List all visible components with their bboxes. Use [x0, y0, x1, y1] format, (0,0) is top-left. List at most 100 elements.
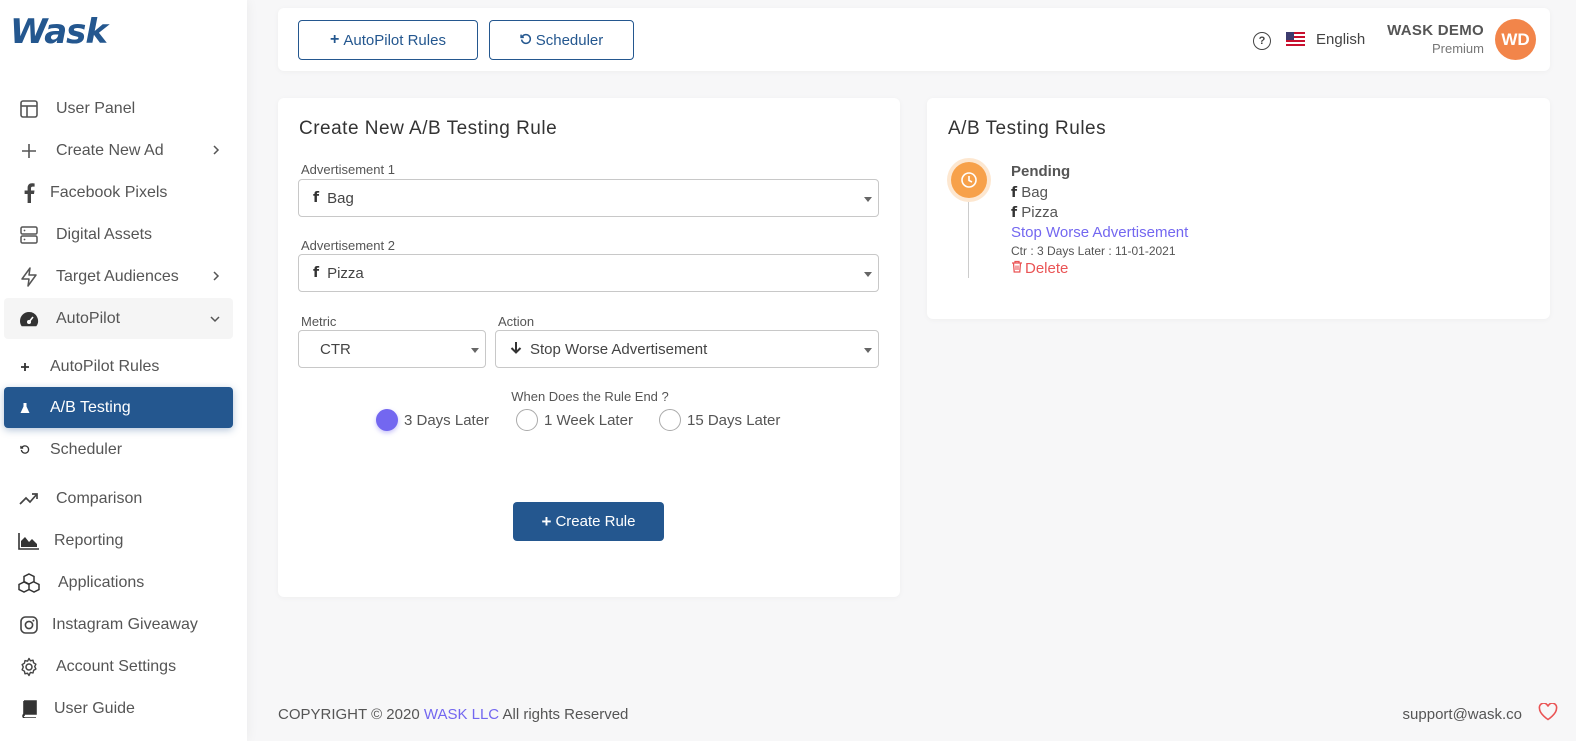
sidebar-item-scheduler[interactable]: Scheduler: [4, 429, 233, 470]
sidebar-item-label: AutoPilot Rules: [50, 357, 160, 375]
gear-icon: [18, 656, 40, 678]
rule-action: Stop Worse Advertisement: [1011, 224, 1189, 241]
plus-icon: +: [541, 511, 552, 531]
advertisement-1-select[interactable]: f Bag: [298, 179, 879, 217]
caret-down-icon: [864, 272, 872, 277]
cubes-icon: [18, 572, 40, 594]
action-select[interactable]: Stop Worse Advertisement: [495, 330, 879, 368]
rule-ad-2: f Pizza: [1011, 204, 1058, 221]
plus-icon: [20, 356, 30, 378]
facebook-icon: f: [313, 265, 320, 281]
sidebar-item-label: Comparison: [56, 489, 143, 507]
create-rule-button[interactable]: + Create Rule: [513, 502, 664, 541]
sidebar-item-applications[interactable]: Applications: [4, 562, 233, 603]
wask-logo[interactable]: Wask: [10, 12, 108, 52]
flask-icon: [20, 397, 30, 419]
caret-down-icon: [864, 197, 872, 202]
caret-down-icon: [864, 348, 872, 353]
radio-1-week[interactable]: 1 Week Later: [516, 409, 633, 431]
metric-label: Metric: [301, 314, 337, 329]
delete-rule-button[interactable]: Delete: [1011, 260, 1068, 277]
facebook-icon: f: [1011, 205, 1018, 221]
layout-icon: [18, 98, 40, 120]
company-link[interactable]: WASK LLC: [424, 706, 499, 723]
user-role: Premium: [1431, 41, 1484, 56]
arrow-down-icon: [510, 341, 522, 358]
language-selector[interactable]: English: [1316, 31, 1365, 48]
rule-ad-1: f Bag: [1011, 184, 1048, 201]
scheduler-button[interactable]: Scheduler: [489, 20, 634, 60]
clock-icon: [951, 162, 987, 198]
advertisement-1-label: Advertisement 1: [301, 162, 395, 177]
sidebar-item-label: Instagram Giveaway: [52, 615, 198, 633]
instagram-icon: [18, 614, 40, 636]
history-icon: [520, 32, 532, 49]
sidebar-item-target-audiences[interactable]: Target Audiences: [4, 256, 233, 297]
help-icon[interactable]: ?: [1253, 32, 1271, 50]
sidebar-item-autopilot[interactable]: AutoPilot: [4, 298, 233, 339]
sidebar-item-label: Target Audiences: [56, 267, 179, 285]
rule-status: Pending: [1011, 163, 1071, 180]
area-chart-icon: [18, 530, 40, 552]
radio-15-days[interactable]: 15 Days Later: [659, 409, 780, 431]
create-rule-title: Create New A/B Testing Rule: [299, 118, 558, 139]
facebook-icon: f: [313, 190, 320, 206]
sidebar-item-user-guide[interactable]: User Guide: [4, 688, 233, 729]
zap-icon: [18, 266, 40, 288]
sidebar-item-label: User Panel: [56, 99, 136, 117]
sidebar-item-label: Scheduler: [50, 440, 123, 458]
us-flag-icon[interactable]: [1286, 32, 1305, 46]
sidebar-item-ab-testing[interactable]: A/B Testing: [4, 387, 233, 428]
book-icon: [18, 698, 40, 720]
chevron-down-icon: [209, 311, 221, 329]
sidebar-item-label: Account Settings: [56, 657, 177, 675]
plus-icon: +: [330, 31, 340, 48]
dashboard-icon: [18, 308, 40, 330]
chevron-right-icon: [211, 143, 221, 161]
avatar[interactable]: WD: [1495, 19, 1536, 60]
rule-end-question: When Does the Rule End ?: [511, 389, 669, 404]
sidebar-item-create-new-ad[interactable]: Create New Ad: [4, 130, 233, 171]
sidebar-item-label: AutoPilot: [56, 309, 121, 327]
timeline-line: [968, 202, 969, 278]
create-rule-card: Create New A/B Testing Rule Advertisemen…: [278, 98, 900, 597]
sidebar-item-facebook-pixels[interactable]: Facebook Pixels: [4, 172, 233, 213]
sidebar-item-comparison[interactable]: Comparison: [4, 478, 233, 519]
sidebar-item-digital-assets[interactable]: Digital Assets: [4, 214, 233, 255]
metric-select[interactable]: CTR: [298, 330, 486, 368]
user-name: WASK DEMO: [1387, 22, 1484, 39]
rule-detail: Ctr : 3 Days Later : 11-01-2021: [1011, 244, 1176, 258]
action-label: Action: [498, 314, 535, 329]
chevron-right-icon: [211, 269, 221, 287]
sidebar-item-label: A/B Testing: [50, 398, 131, 416]
radio-3-days[interactable]: 3 Days Later: [376, 409, 489, 431]
sidebar-item-account-settings[interactable]: Account Settings: [4, 646, 233, 687]
heart-icon: [1538, 702, 1558, 726]
radio-button[interactable]: [659, 409, 681, 431]
sidebar-item-label: Facebook Pixels: [50, 183, 168, 201]
sidebar: Wask User Panel Create New Ad Facebook P…: [0, 0, 247, 741]
ab-testing-rules-card: A/B Testing Rules Pending f Bag f Pizza …: [927, 98, 1550, 319]
topbar: + AutoPilot Rules Scheduler ? English WA…: [278, 8, 1550, 71]
rules-panel-title: A/B Testing Rules: [948, 118, 1107, 139]
copyright: COPYRIGHT © 2020 WASK LLC All rights Res…: [278, 706, 629, 723]
radio-button[interactable]: [516, 409, 538, 431]
sidebar-item-reporting[interactable]: Reporting: [4, 520, 233, 561]
sidebar-item-label: Reporting: [54, 531, 124, 549]
trash-icon: [1011, 260, 1023, 277]
autopilot-rules-button[interactable]: + AutoPilot Rules: [298, 20, 478, 60]
sidebar-item-instagram-giveaway[interactable]: Instagram Giveaway: [4, 604, 233, 645]
radio-button[interactable]: [376, 409, 398, 431]
plus-icon: [18, 140, 40, 162]
caret-down-icon: [471, 348, 479, 353]
facebook-icon: [18, 182, 40, 204]
sidebar-item-autopilot-rules[interactable]: AutoPilot Rules: [4, 346, 233, 387]
sidebar-item-user-panel[interactable]: User Panel: [4, 88, 233, 129]
trending-up-icon: [18, 488, 40, 510]
advertisement-2-select[interactable]: f Pizza: [298, 254, 879, 292]
facebook-icon: f: [1011, 185, 1018, 201]
server-icon: [18, 224, 40, 246]
sidebar-item-label: Digital Assets: [56, 225, 153, 243]
support-email[interactable]: support@wask.co: [1403, 706, 1522, 723]
history-icon: [20, 439, 30, 461]
